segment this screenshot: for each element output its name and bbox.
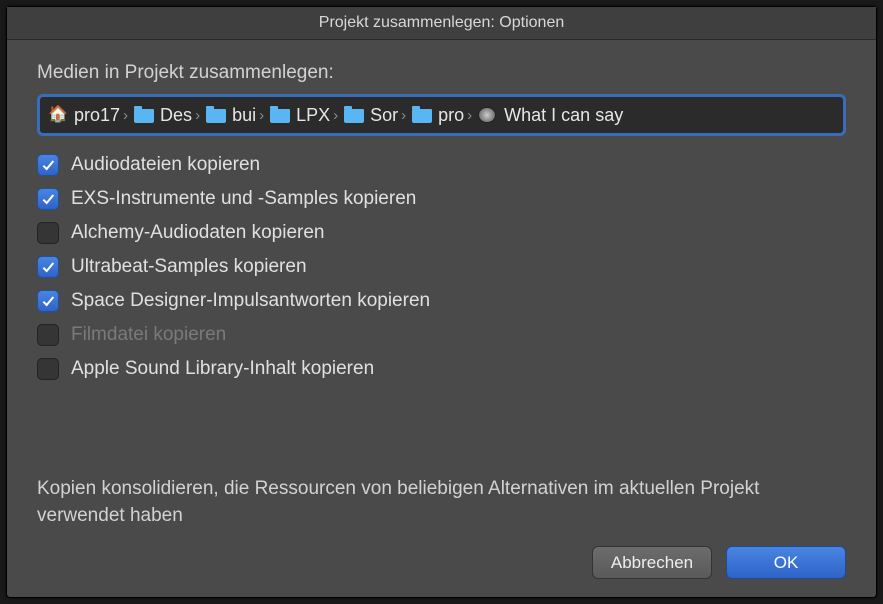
folder-icon [412, 107, 432, 123]
breadcrumb-item[interactable]: Sor [344, 105, 398, 126]
option-label: Apple Sound Library-Inhalt kopieren [71, 358, 374, 380]
chevron-right-icon: › [467, 107, 472, 124]
section-label: Medien in Projekt zusammenlegen: [37, 62, 846, 84]
description-text: Kopien konsolidieren, die Ressourcen von… [37, 475, 846, 530]
option-row[interactable]: Audiodateien kopieren [37, 154, 846, 176]
dialog-window: Projekt zusammenlegen: Optionen Medien i… [6, 6, 877, 598]
breadcrumb-item[interactable]: LPX [270, 105, 330, 126]
checkbox[interactable] [37, 358, 59, 380]
check-icon [40, 293, 56, 309]
options-list: Audiodateien kopieren EXS-Instrumente und… [37, 154, 846, 380]
checkbox[interactable] [37, 188, 59, 210]
button-row: Abbrechen OK [37, 546, 846, 579]
option-row[interactable]: Space Designer-Impulsantworten kopieren [37, 290, 846, 312]
chevron-right-icon: › [333, 107, 338, 124]
option-label: Ultrabeat-Samples kopieren [71, 256, 307, 278]
option-row[interactable]: Ultrabeat-Samples kopieren [37, 256, 846, 278]
option-label: Alchemy-Audiodaten kopieren [71, 222, 325, 244]
folder-icon [344, 107, 364, 123]
option-label: EXS-Instrumente und -Samples kopieren [71, 188, 416, 210]
checkbox[interactable] [37, 222, 59, 244]
cancel-button-label: Abbrechen [611, 553, 693, 573]
chevron-right-icon: › [123, 107, 128, 124]
titlebar: Projekt zusammenlegen: Optionen [7, 7, 876, 40]
breadcrumb-label: Sor [370, 105, 398, 126]
option-label: Audiodateien kopieren [71, 154, 260, 176]
folder-icon [134, 107, 154, 123]
ok-button-label: OK [774, 553, 799, 573]
breadcrumb-label: LPX [296, 105, 330, 126]
breadcrumb-label: pro [438, 105, 464, 126]
breadcrumb-item[interactable]: What I can say [478, 105, 623, 126]
chevron-right-icon: › [401, 107, 406, 124]
option-row[interactable]: Alchemy-Audiodaten kopieren [37, 222, 846, 244]
dialog-content: Medien in Projekt zusammenlegen: 🏠pro17›… [7, 40, 876, 597]
breadcrumb-item[interactable]: pro [412, 105, 464, 126]
chevron-right-icon: › [195, 107, 200, 124]
checkbox[interactable] [37, 256, 59, 278]
option-label: Space Designer-Impulsantworten kopieren [71, 290, 430, 312]
home-icon: 🏠 [48, 107, 68, 123]
check-icon [40, 259, 56, 275]
breadcrumb-item[interactable]: Des [134, 105, 192, 126]
breadcrumb-item[interactable]: bui [206, 105, 256, 126]
option-row: Filmdatei kopieren [37, 324, 846, 346]
option-row[interactable]: Apple Sound Library-Inhalt kopieren [37, 358, 846, 380]
window-title: Projekt zusammenlegen: Optionen [319, 14, 564, 31]
option-label: Filmdatei kopieren [71, 324, 226, 346]
check-icon [40, 191, 56, 207]
breadcrumb[interactable]: 🏠pro17›Des›bui›LPX›Sor›pro›What I can sa… [37, 94, 846, 136]
cancel-button[interactable]: Abbrechen [592, 546, 712, 579]
option-row[interactable]: EXS-Instrumente und -Samples kopieren [37, 188, 846, 210]
project-icon [478, 107, 498, 123]
breadcrumb-item[interactable]: 🏠 pro17 [48, 105, 120, 126]
chevron-right-icon: › [259, 107, 264, 124]
check-icon [40, 157, 56, 173]
breadcrumb-label: Des [160, 105, 192, 126]
breadcrumb-label: pro17 [74, 105, 120, 126]
breadcrumb-label: bui [232, 105, 256, 126]
checkbox [37, 324, 59, 346]
checkbox[interactable] [37, 154, 59, 176]
folder-icon [270, 107, 290, 123]
checkbox[interactable] [37, 290, 59, 312]
folder-icon [206, 107, 226, 123]
ok-button[interactable]: OK [726, 546, 846, 579]
breadcrumb-label: What I can say [504, 105, 623, 126]
